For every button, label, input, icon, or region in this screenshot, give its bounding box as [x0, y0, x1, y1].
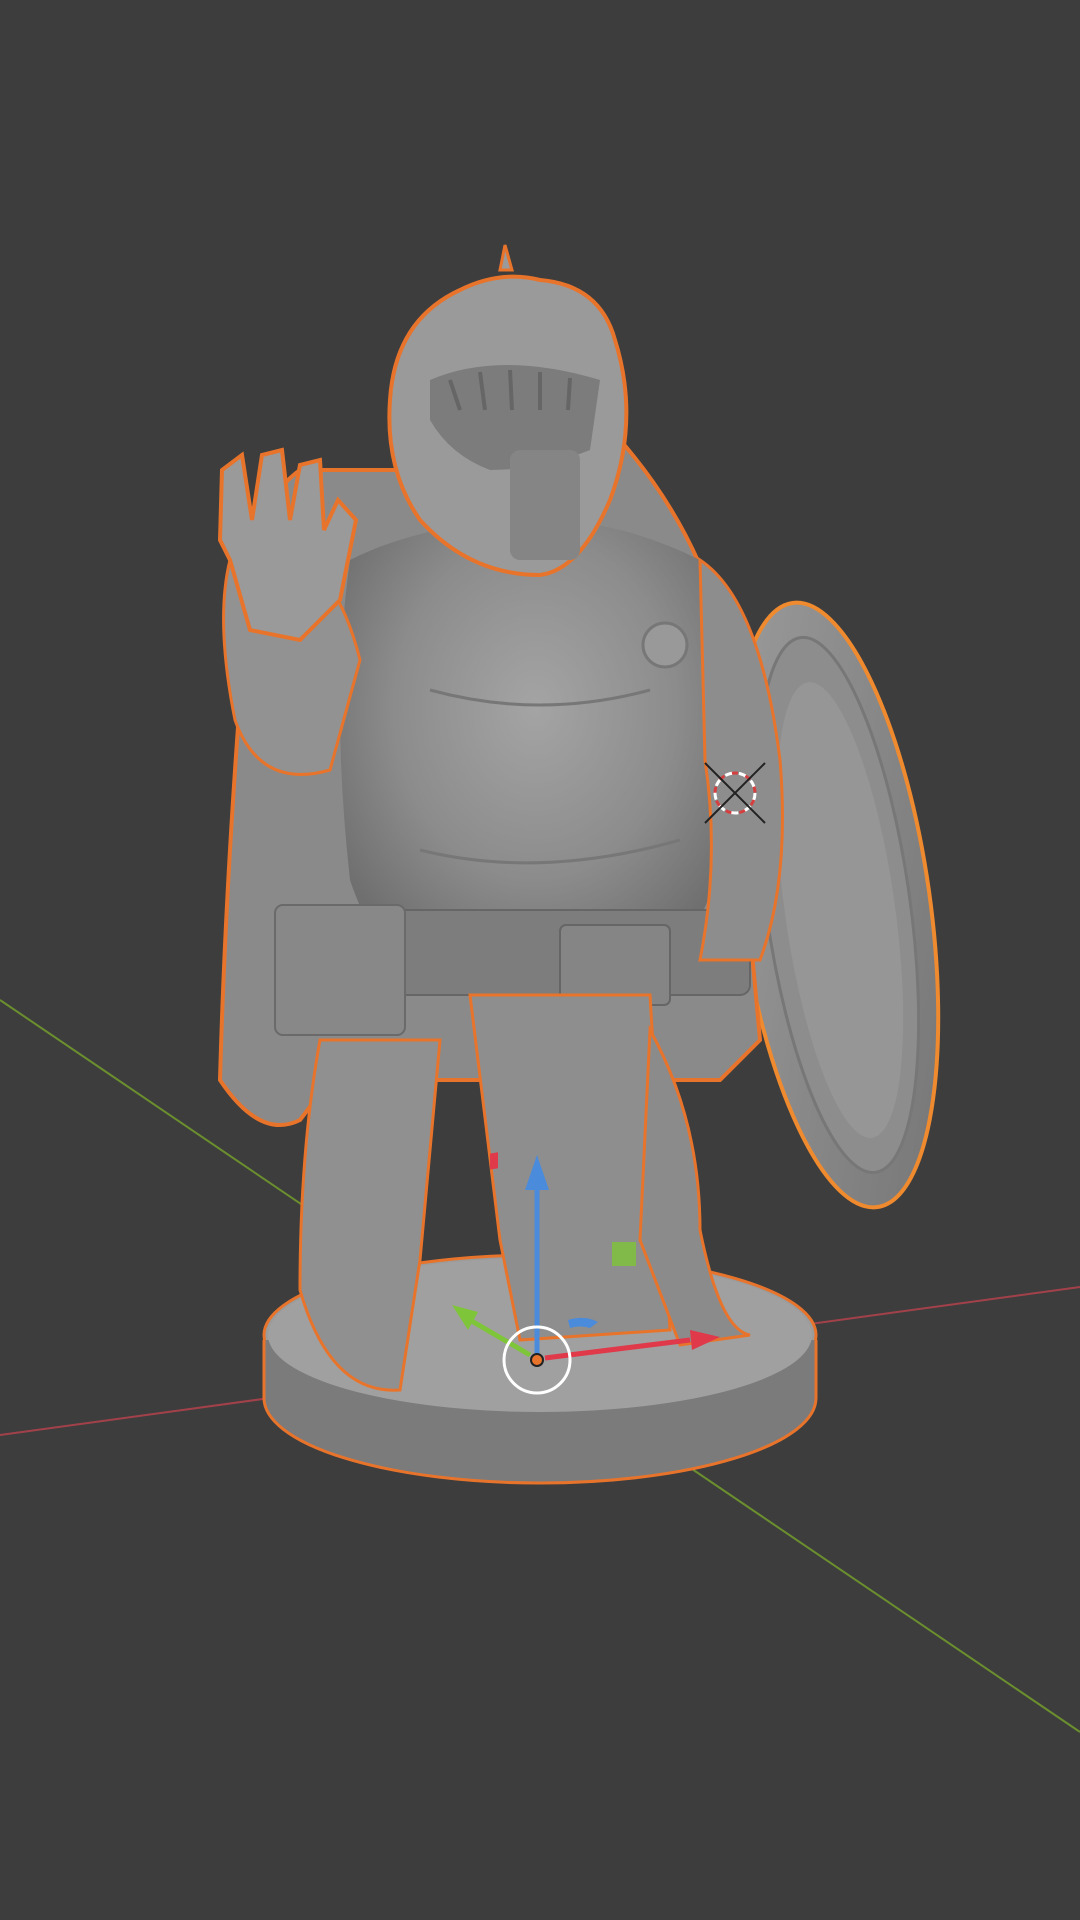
- 3d-viewport[interactable]: [0, 0, 1080, 1920]
- gizmo-xz-plane-handle[interactable]: [490, 1152, 498, 1170]
- pivot-point-icon: [530, 1353, 544, 1367]
- miniature-figure[interactable]: [217, 244, 784, 1392]
- gizmo-yz-plane-handle[interactable]: [612, 1242, 636, 1266]
- 3d-cursor-icon[interactable]: [704, 762, 766, 824]
- viewport-canvas[interactable]: [0, 0, 1080, 1920]
